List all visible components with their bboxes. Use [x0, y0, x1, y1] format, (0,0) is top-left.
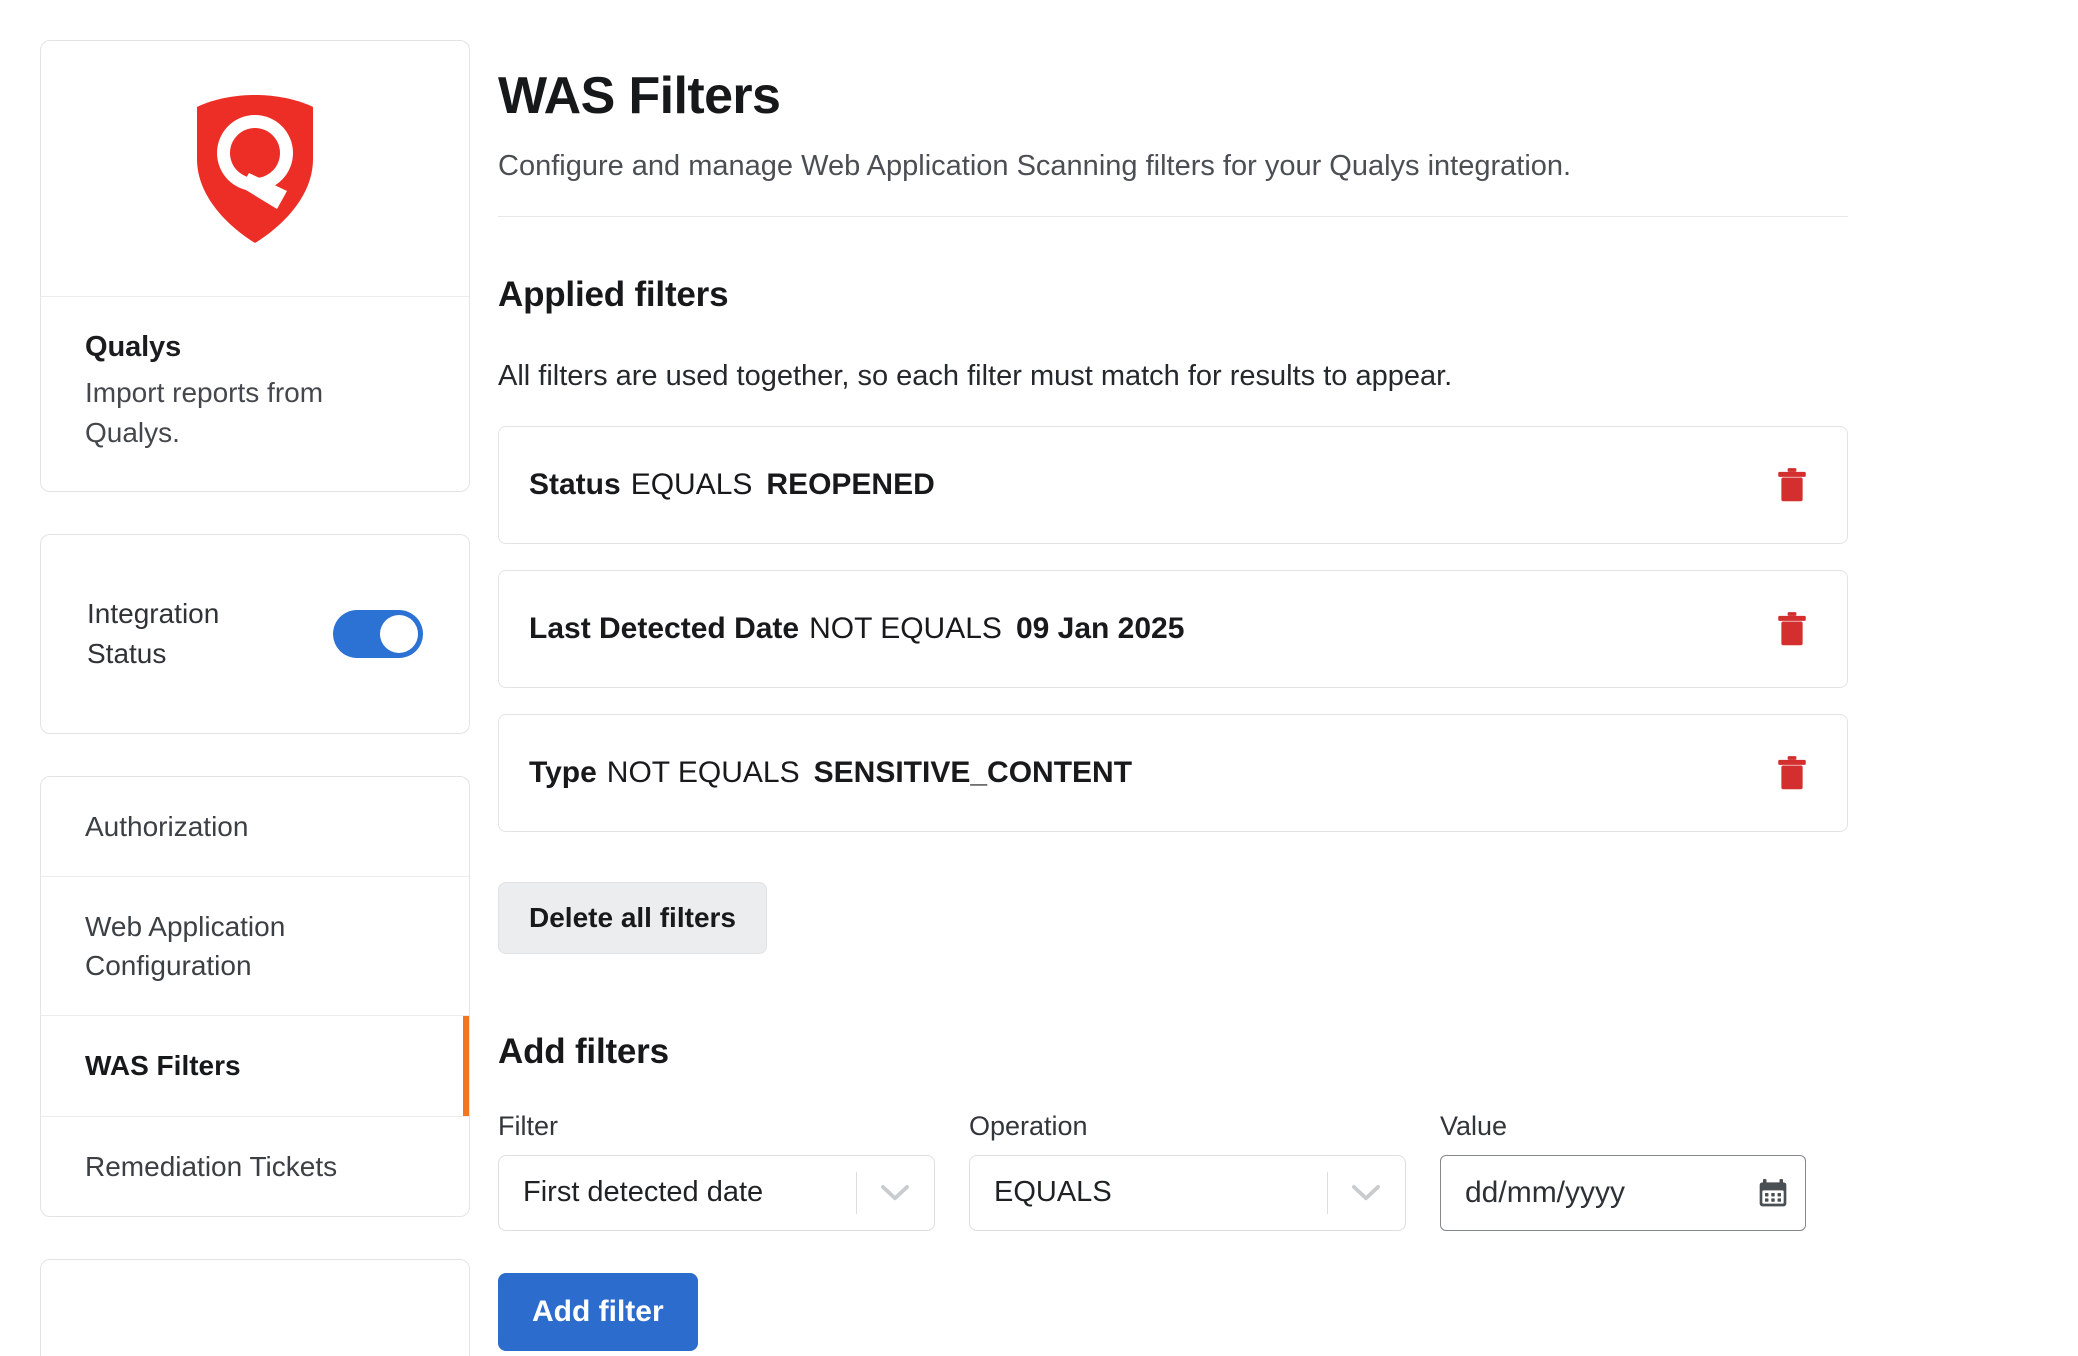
- applied-filters-description: All filters are used together, so each f…: [498, 360, 1453, 393]
- select-divider: [856, 1171, 857, 1214]
- filter-field: Status: [529, 468, 621, 502]
- filter-select-caret: [856, 1156, 934, 1230]
- app-title: Qualys: [85, 331, 182, 363]
- operation-select-label: Operation: [969, 1111, 1088, 1142]
- page-title: WAS Filters: [498, 67, 781, 125]
- value-date-placeholder: dd/mm/yyyy: [1465, 1175, 1626, 1209]
- main-content: WAS Filters Configure and manage Web App…: [430, 0, 2078, 1351]
- sidebar-item-label: WAS Filters: [85, 1050, 241, 1082]
- sidebar-item-web-application-configuration[interactable]: Web Application Configuration: [41, 877, 469, 1017]
- integration-status-label: Integration Status: [87, 598, 220, 669]
- calendar-icon[interactable]: [1757, 1177, 1789, 1209]
- operation-field-group: Operation EQUALS: [969, 1110, 1406, 1231]
- applied-filter-row: Type NOT EQUALS SENSITIVE_CONTENT: [498, 714, 1848, 833]
- filter-field-group: Filter First detected date: [498, 1110, 935, 1231]
- filter-operation: NOT EQUALS: [606, 756, 800, 790]
- value-field-group: Value dd/mm/yyyy: [1440, 1110, 1806, 1231]
- was-filters-page: Qualys Import reports from Qualys. Integ…: [0, 0, 2078, 1356]
- filter-operation: EQUALS: [630, 468, 753, 502]
- add-filter-form: Filter First detected date Operation EQU…: [498, 1110, 1848, 1231]
- chevron-down-icon: [1352, 1184, 1380, 1201]
- delete-filter-button[interactable]: [1771, 462, 1813, 508]
- qualys-shield-logo-icon: [41, 41, 469, 297]
- filter-field: Type: [529, 756, 597, 790]
- filter-value: SENSITIVE_CONTENT: [813, 756, 1133, 790]
- settings-nav: Authorization Web Application Configurat…: [40, 775, 470, 1217]
- integration-status-toggle[interactable]: [333, 609, 423, 658]
- operation-select-value: EQUALS: [994, 1176, 1112, 1209]
- filter-value: REOPENED: [766, 468, 935, 502]
- value-date-input[interactable]: dd/mm/yyyy: [1440, 1154, 1806, 1231]
- add-filter-button[interactable]: Add filter: [498, 1272, 698, 1351]
- chevron-down-icon: [881, 1184, 909, 1201]
- filter-expression: Last Detected Date NOT EQUALS 09 Jan 2025: [529, 614, 1184, 644]
- sidebar-item-remediation-tickets[interactable]: Remediation Tickets: [41, 1117, 469, 1216]
- delete-filter-button[interactable]: [1771, 750, 1813, 796]
- add-filters-heading: Add filters: [498, 1032, 669, 1072]
- filter-select-label: Filter: [498, 1111, 558, 1142]
- filter-value: 09 Jan 2025: [1015, 612, 1185, 646]
- app-meta: Qualys Import reports from Qualys.: [41, 297, 469, 491]
- sidebar-item-label: Remediation Tickets: [85, 1150, 338, 1182]
- sidebar-item-label: Web Application Configuration: [85, 910, 286, 982]
- filter-field: Last Detected Date: [529, 612, 800, 646]
- select-divider: [1327, 1171, 1328, 1214]
- applied-filter-row: Last Detected Date NOT EQUALS 09 Jan 2025: [498, 570, 1848, 689]
- sidebar-item-was-filters[interactable]: WAS Filters: [41, 1016, 469, 1117]
- filter-select-value: First detected date: [523, 1176, 764, 1209]
- sidebar-item-label: Authorization: [85, 810, 249, 842]
- delete-filter-button[interactable]: [1771, 606, 1813, 652]
- delete-all-filters-button[interactable]: Delete all filters: [498, 882, 767, 955]
- page-subtitle: Configure and manage Web Application Sca…: [498, 150, 1572, 183]
- toggle-knob: [380, 614, 418, 653]
- filter-expression: Status EQUALS REOPENED: [529, 470, 935, 500]
- operation-select-caret: [1327, 1156, 1405, 1230]
- integration-app-card: Qualys Import reports from Qualys.: [40, 40, 470, 492]
- filter-select[interactable]: First detected date: [498, 1154, 935, 1231]
- trash-icon: [1778, 756, 1806, 790]
- applied-filters-heading: Applied filters: [498, 275, 729, 315]
- sidebar-card-partial: [40, 1258, 470, 1356]
- applied-filter-row: Status EQUALS REOPENED: [498, 426, 1848, 545]
- integration-status-card: Integration Status: [40, 533, 470, 734]
- app-description: Import reports from Qualys.: [85, 377, 324, 448]
- sidebar-item-authorization[interactable]: Authorization: [41, 777, 469, 877]
- operation-select[interactable]: EQUALS: [969, 1154, 1406, 1231]
- filter-expression: Type NOT EQUALS SENSITIVE_CONTENT: [529, 758, 1132, 788]
- sidebar: Qualys Import reports from Qualys. Integ…: [0, 0, 470, 1356]
- trash-icon: [1778, 468, 1806, 502]
- trash-icon: [1778, 612, 1806, 646]
- value-input-label: Value: [1440, 1111, 1508, 1142]
- filter-operation: NOT EQUALS: [809, 612, 1002, 646]
- header-divider: [498, 216, 1848, 218]
